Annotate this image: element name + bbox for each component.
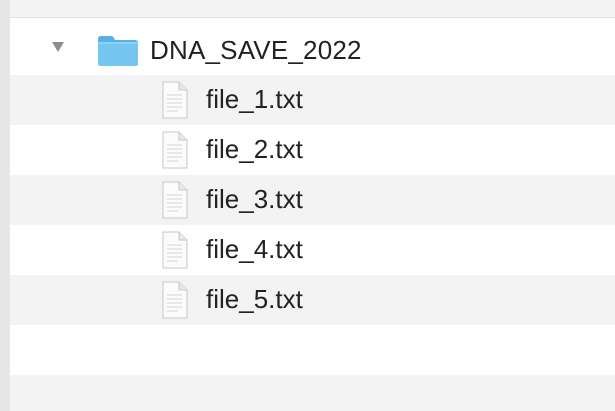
file-name: file_3.txt (206, 184, 303, 214)
file-name: file_4.txt (206, 234, 303, 264)
text-file-icon (162, 131, 188, 169)
sidebar-edge (0, 0, 10, 411)
file-name: file_1.txt (206, 84, 303, 114)
file-row[interactable]: file_1.txt (10, 75, 615, 125)
text-file-icon (162, 181, 188, 219)
finder-window: DNA_SAVE_2022 file_1.txt file_2.txt file… (0, 0, 615, 411)
file-row[interactable]: file_2.txt (10, 125, 615, 175)
file-row[interactable]: file_5.txt (10, 275, 615, 325)
folder-name: DNA_SAVE_2022 (150, 35, 362, 65)
empty-row (10, 375, 615, 411)
text-file-icon (162, 231, 188, 269)
empty-row (10, 325, 615, 375)
folder-icon (98, 36, 138, 66)
file-name: file_5.txt (206, 284, 303, 314)
file-name: file_2.txt (206, 134, 303, 164)
folder-row[interactable]: DNA_SAVE_2022 (10, 25, 615, 75)
text-file-icon (162, 281, 188, 319)
file-row[interactable]: file_3.txt (10, 175, 615, 225)
file-list: DNA_SAVE_2022 file_1.txt file_2.txt file… (10, 25, 615, 411)
file-row[interactable]: file_4.txt (10, 225, 615, 275)
text-file-icon (162, 81, 188, 119)
list-header-bar (10, 0, 615, 18)
disclosure-triangle-icon[interactable] (52, 42, 64, 52)
